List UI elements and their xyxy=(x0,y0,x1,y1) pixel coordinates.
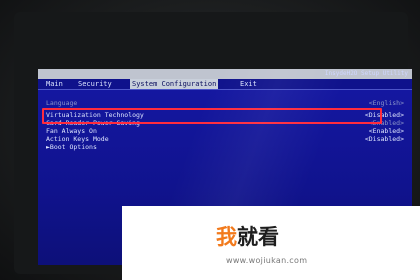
value-fan-always-on[interactable]: <Enabled> xyxy=(369,127,404,135)
menu-item-fan-always-on[interactable]: Fan Always On xyxy=(46,127,97,135)
tab-security[interactable]: Security xyxy=(76,79,114,89)
watermark-url: www.wojiukan.com xyxy=(226,256,308,265)
tab-exit[interactable]: Exit xyxy=(238,79,259,89)
menu-item-action-keys-mode[interactable]: Action Keys Mode xyxy=(46,135,109,143)
value-action-keys-mode[interactable]: <Disabled> xyxy=(365,135,404,143)
selection-highlight-box xyxy=(42,108,382,124)
menu-item-language[interactable]: Language xyxy=(46,99,77,107)
bios-title-bar: InsydeH2O Setup Utility xyxy=(38,69,412,79)
tab-system-configuration[interactable]: System Configuration xyxy=(130,79,219,89)
watermark-logo: 我就看 xyxy=(216,222,279,252)
bios-tab-bar: Main Security System Configuration Exit xyxy=(38,79,412,90)
value-language[interactable]: <English> xyxy=(369,99,404,107)
watermark-logo-part1: 我 xyxy=(216,225,237,249)
utility-title: InsydeH2O Setup Utility xyxy=(324,70,408,77)
watermark-panel: 我就看 www.wojiukan.com xyxy=(122,206,420,280)
menu-item-boot-options[interactable]: ►Boot Options xyxy=(46,143,97,151)
watermark-logo-part2: 就看 xyxy=(237,225,279,249)
tab-main[interactable]: Main xyxy=(44,79,65,89)
